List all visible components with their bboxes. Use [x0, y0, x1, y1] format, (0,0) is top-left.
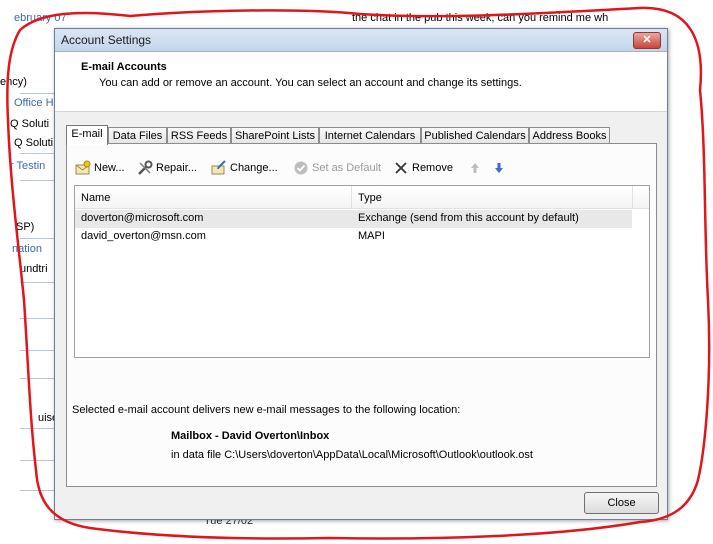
new-account-button[interactable]: New... — [75, 158, 125, 178]
tab-internet-calendars[interactable]: Internet Calendars — [319, 127, 421, 144]
repair-button[interactable]: Repair... — [137, 158, 197, 178]
table-row[interactable]: doverton@microsoft.com Exchange (send fr… — [75, 210, 632, 228]
list-header: Name Type — [75, 186, 649, 209]
change-account-icon — [211, 160, 227, 176]
account-type: MAPI — [358, 230, 385, 242]
header-title: E-mail Accounts — [81, 61, 167, 73]
remove-x-icon — [393, 160, 409, 176]
remove-label: Remove — [412, 162, 453, 174]
tab-address-books[interactable]: Address Books — [529, 127, 610, 144]
move-down-button[interactable] — [491, 158, 510, 178]
tab-rss-feeds[interactable]: RSS Feeds — [167, 127, 231, 144]
tab-email[interactable]: E-mail — [66, 125, 108, 145]
column-header-type[interactable]: Type — [352, 186, 632, 208]
check-circle-icon — [293, 160, 309, 176]
close-icon[interactable]: ✕ — [633, 32, 661, 49]
change-button[interactable]: Change... — [211, 158, 278, 178]
background-chat-text: the chat in the pub this week, can you r… — [352, 12, 609, 24]
close-button[interactable]: Close — [584, 492, 659, 514]
account-name: david_overton@msn.com — [81, 230, 206, 242]
account-type: Exchange (send from this account by defa… — [358, 212, 579, 224]
email-tab-panel: New... Repair... Change... Set as Defaul… — [66, 143, 657, 487]
dialog-titlebar[interactable]: Account Settings ✕ — [55, 29, 667, 52]
background-date: ebruary 07 — [14, 12, 67, 24]
new-mail-icon — [75, 160, 91, 176]
dialog-title: Account Settings — [61, 33, 152, 47]
account-settings-dialog: Account Settings ✕ E-mail Accounts You c… — [54, 28, 668, 520]
delivery-mailbox: Mailbox - David Overton\Inbox — [171, 430, 330, 442]
new-label: New... — [94, 162, 125, 174]
background-item: ency) — [0, 76, 27, 88]
move-up-button[interactable] — [467, 158, 486, 178]
column-header-name[interactable]: Name — [75, 186, 351, 208]
arrow-down-icon — [491, 160, 507, 176]
set-as-default-label: Set as Default — [312, 162, 382, 174]
delivery-data-file: in data file C:\Users\doverton\AppData\L… — [171, 449, 533, 461]
delivery-info-text: Selected e-mail account delivers new e-m… — [72, 404, 461, 416]
tab-data-files[interactable]: Data Files — [108, 127, 167, 144]
accounts-list[interactable]: Name Type doverton@microsoft.com Exchang… — [74, 185, 650, 358]
repair-tools-icon — [137, 160, 153, 176]
set-as-default-button[interactable]: Set as Default — [293, 158, 381, 178]
account-name: doverton@microsoft.com — [81, 212, 204, 224]
table-row[interactable]: david_overton@msn.com MAPI — [75, 228, 632, 246]
remove-button[interactable]: Remove — [393, 158, 453, 178]
tab-sharepoint-lists[interactable]: SharePoint Lists — [231, 127, 319, 144]
change-label: Change... — [230, 162, 278, 174]
header-subtitle: You can add or remove an account. You ca… — [99, 77, 522, 89]
repair-label: Repair... — [156, 162, 197, 174]
dialog-header: E-mail Accounts You can add or remove an… — [55, 52, 667, 112]
arrow-up-icon — [467, 160, 483, 176]
tab-published-calendars[interactable]: Published Calendars — [421, 127, 529, 144]
